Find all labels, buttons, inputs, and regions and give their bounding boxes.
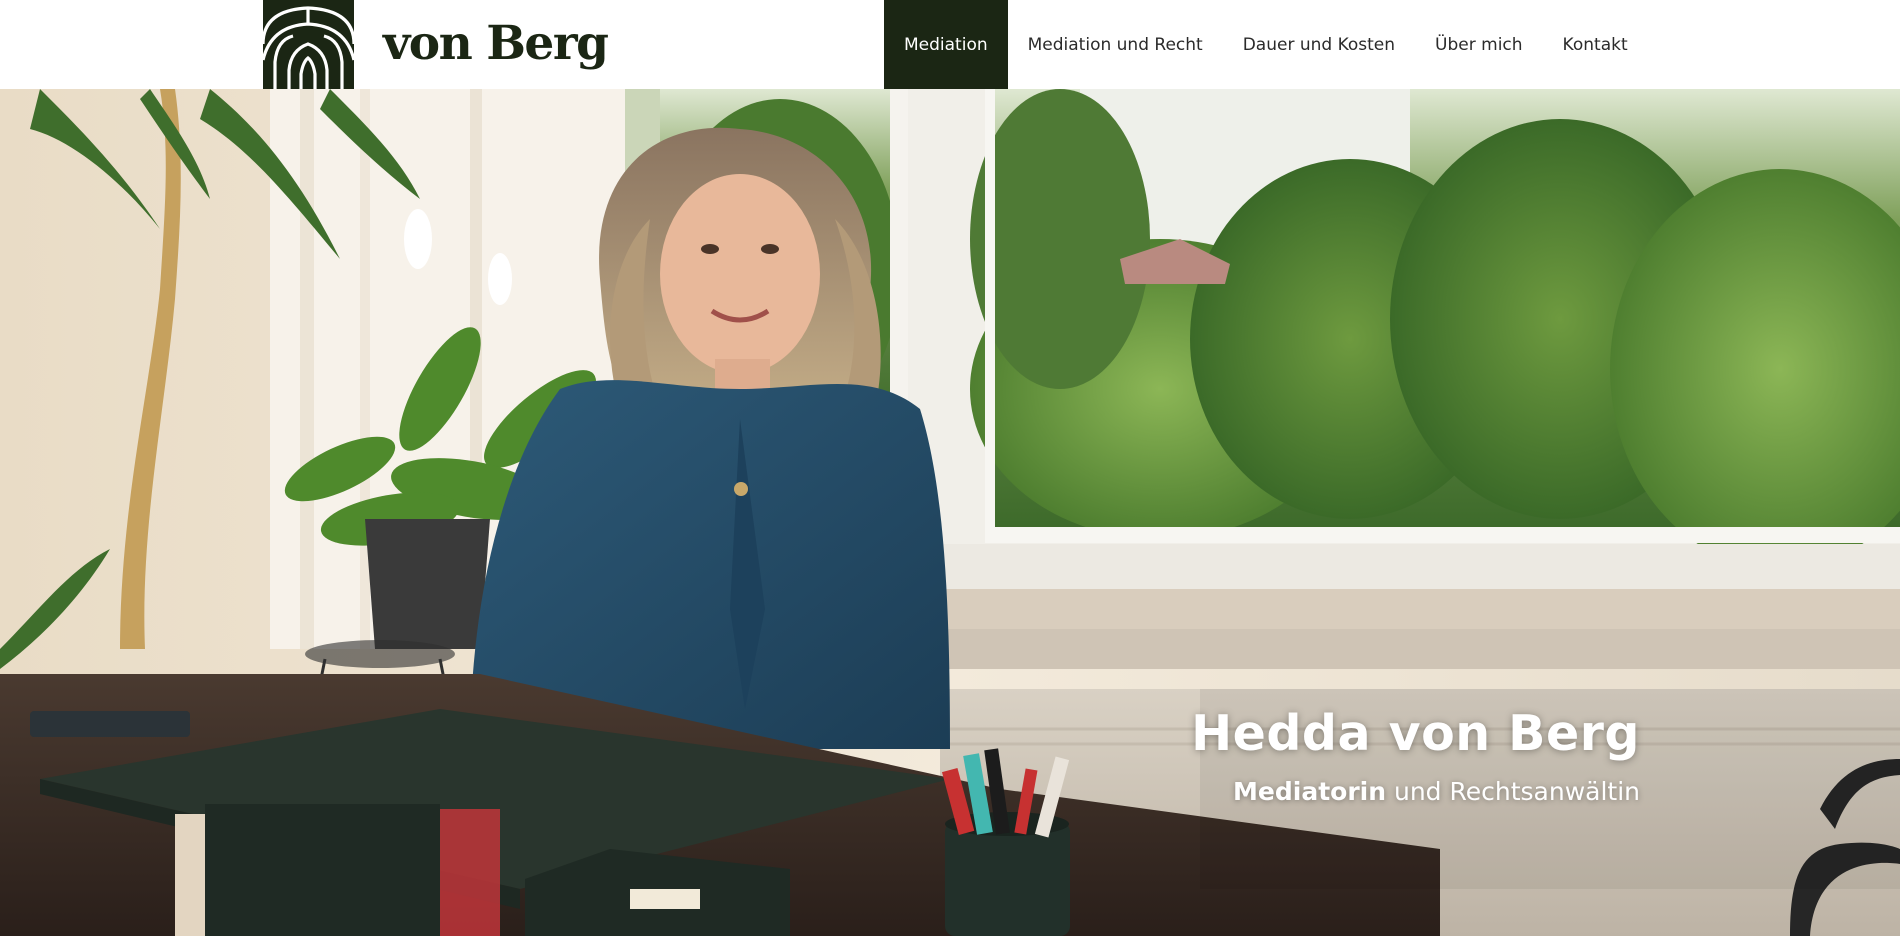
- hero-title: Hedda von Berg: [1191, 705, 1640, 762]
- logo-icon[interactable]: [263, 0, 354, 89]
- hero-subtitle-strong: Mediatorin: [1233, 777, 1387, 806]
- portrait-photo-office-window: [0, 89, 1900, 936]
- main-nav: Mediation Mediation und Recht Dauer und …: [884, 0, 1648, 89]
- logo-text[interactable]: von Berg: [383, 14, 609, 74]
- hero-subtitle-rest: und Rechtsanwältin: [1386, 777, 1640, 806]
- nav-item-mediation[interactable]: Mediation: [884, 0, 1008, 89]
- hero-subtitle: Mediatorin und Rechtsanwältin: [1140, 777, 1640, 806]
- nav-item-dauer-und-kosten[interactable]: Dauer und Kosten: [1223, 0, 1415, 89]
- nav-item-mediation-und-recht[interactable]: Mediation und Recht: [1008, 0, 1223, 89]
- nav-item-ueber-mich[interactable]: Über mich: [1415, 0, 1543, 89]
- site-header: von Berg Mediation Mediation und Recht D…: [0, 0, 1900, 89]
- hero-section: Hedda von Berg Mediatorin und Rechtsanwä…: [0, 89, 1900, 936]
- arches-logo-icon: [263, 6, 354, 89]
- nav-item-kontakt[interactable]: Kontakt: [1543, 0, 1648, 89]
